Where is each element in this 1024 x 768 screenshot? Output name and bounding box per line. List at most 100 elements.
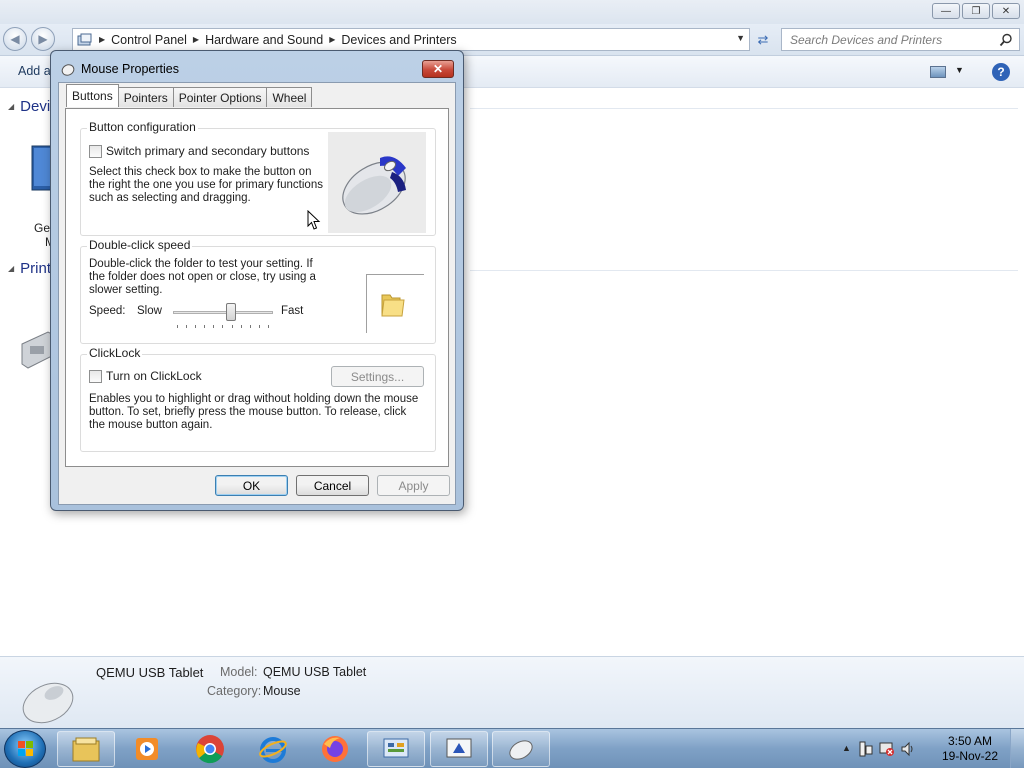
firefox-icon [322,736,348,762]
volume-icon[interactable] [900,741,916,757]
collapse-triangle-icon: ◢ [8,102,15,111]
collapse-triangle-icon: ◢ [8,264,15,273]
view-dropdown-icon[interactable]: ▼ [955,65,964,75]
breadcrumb-hardware-and-sound[interactable]: Hardware and Sound [205,33,323,47]
address-dropdown-icon[interactable]: ▼ [736,33,745,43]
action-center-icon[interactable] [858,741,874,757]
close-icon: ✕ [432,62,444,76]
clicklock-description: Enables you to highlight or drag without… [89,393,419,431]
internet-explorer-icon [259,737,287,763]
apply-button[interactable]: Apply [377,475,450,496]
taskbar-control-panel[interactable] [367,731,425,767]
add-device-button[interactable]: Add a [18,64,51,78]
clock-time: 3:50 AM [947,734,992,748]
show-desktop-button[interactable] [1010,729,1024,768]
double-click-description: Double-click the folder to test your set… [89,258,316,296]
tab-strip: Buttons Pointers Pointer Options Wheel [66,84,313,107]
breadcrumb-separator[interactable]: ▶ [193,35,199,44]
back-button[interactable]: ◀ [3,27,27,51]
search-icon[interactable] [999,33,1013,47]
address-bar[interactable]: ▶ Control Panel ▶ Hardware and Sound ▶ D… [72,28,750,51]
devices-section-header[interactable]: ◢ Devi [8,98,50,115]
taskbar-internet-explorer[interactable] [244,731,302,767]
start-button[interactable] [4,730,46,768]
clicklock-checkbox[interactable] [89,369,102,383]
clock-date: 19-Nov-22 [941,749,998,763]
refresh-button[interactable]: ⇄ [752,28,774,51]
mouse-icon [61,64,75,76]
switch-buttons-option[interactable]: Switch primary and secondary buttons [89,144,309,158]
printers-section-header[interactable]: ◢ Print [8,260,51,277]
fast-label: Fast [281,305,304,317]
double-click-speed-title: Double-click speed [87,238,193,252]
buttons-tab-panel: Button configuration Switch primary and … [65,108,449,467]
taskbar-explorer[interactable] [57,731,115,767]
taskbar-chrome[interactable] [181,731,239,767]
category-label: Category: [207,684,262,698]
ok-button[interactable]: OK [215,475,288,496]
speed-label: Speed: [89,305,126,317]
minimize-button[interactable]: — [932,3,960,19]
clicklock-label[interactable]: Turn on ClickLock [106,369,202,383]
computer-device-icon[interactable] [30,144,52,200]
close-window-button[interactable]: ✕ [992,3,1020,19]
system-tray: ▲ 3:50 AM 19-Nov-22 [834,729,1024,768]
folder-library-icon [72,737,100,762]
slider-thumb[interactable] [226,303,236,321]
help-icon[interactable]: ? [992,63,1010,81]
clicklock-group: ClickLock Turn on ClickLock Settings... … [80,346,436,452]
details-pane: QEMU USB Tablet Model: QEMU USB Tablet C… [0,656,1024,728]
clicklock-title: ClickLock [87,346,143,360]
forward-button[interactable]: ▶ [31,27,55,51]
device-name: QEMU USB Tablet [96,665,204,680]
control-panel-icon [383,738,409,758]
switch-buttons-label[interactable]: Switch primary and secondary buttons [106,144,309,158]
folder-icon[interactable] [380,289,406,317]
tab-buttons[interactable]: Buttons [66,84,119,107]
section-divider [470,108,1018,109]
chrome-icon [196,735,224,764]
clock[interactable]: 3:50 AM 19-Nov-22 [942,734,998,764]
tab-pointer-options[interactable]: Pointer Options [172,87,268,107]
double-click-speed-slider[interactable] [173,311,273,314]
taskbar-firefox[interactable] [306,731,364,767]
back-arrow-icon: ◀ [10,32,20,46]
tab-wheel[interactable]: Wheel [266,87,313,107]
mouse-picture-icon [342,156,406,215]
mouse-device-icon [22,682,74,724]
network-icon[interactable] [879,741,895,757]
taskbar-media-player[interactable] [118,731,176,767]
dialog-close-button[interactable]: ✕ [422,60,454,78]
fax-printer-icon[interactable] [18,326,52,372]
window-controls: — ❐ ✕ [932,3,1020,19]
mouse-cursor-icon [307,210,321,230]
breadcrumb-separator[interactable]: ▶ [329,35,335,44]
switch-buttons-checkbox[interactable] [89,144,102,158]
button-configuration-title: Button configuration [87,120,198,134]
clicklock-option[interactable]: Turn on ClickLock [89,369,202,383]
show-hidden-icons-icon[interactable]: ▲ [842,743,851,753]
search-placeholder: Search Devices and Printers [790,32,943,47]
breadcrumb-devices-and-printers[interactable]: Devices and Printers [341,33,456,47]
cancel-button[interactable]: Cancel [296,475,369,496]
devices-printers-icon [446,738,472,758]
breadcrumb-control-panel[interactable]: Control Panel [111,33,187,47]
tab-pointers[interactable]: Pointers [117,87,174,107]
mouse-illustration [328,132,426,233]
explorer-titlebar: — ❐ ✕ [0,0,1024,26]
dialog-title: Mouse Properties [81,62,179,76]
test-folder-area[interactable] [366,274,424,333]
clicklock-settings-button[interactable]: Settings... [331,366,424,387]
dialog-body: Buttons Pointers Pointer Options Wheel B… [58,82,456,505]
slow-label: Slow [137,305,162,317]
refresh-icon: ⇄ [757,31,769,47]
search-input[interactable]: Search Devices and Printers [781,28,1020,51]
category-value: Mouse [263,684,301,698]
printers-section-title: Print [20,260,51,277]
taskbar-mouse-properties[interactable] [492,731,550,767]
taskbar-devices-and-printers[interactable] [430,731,488,767]
restore-button[interactable]: ❐ [962,3,990,19]
media-player-icon [136,738,158,760]
change-view-icon[interactable] [930,66,946,78]
switch-buttons-description: Select this check box to make the button… [89,166,323,204]
